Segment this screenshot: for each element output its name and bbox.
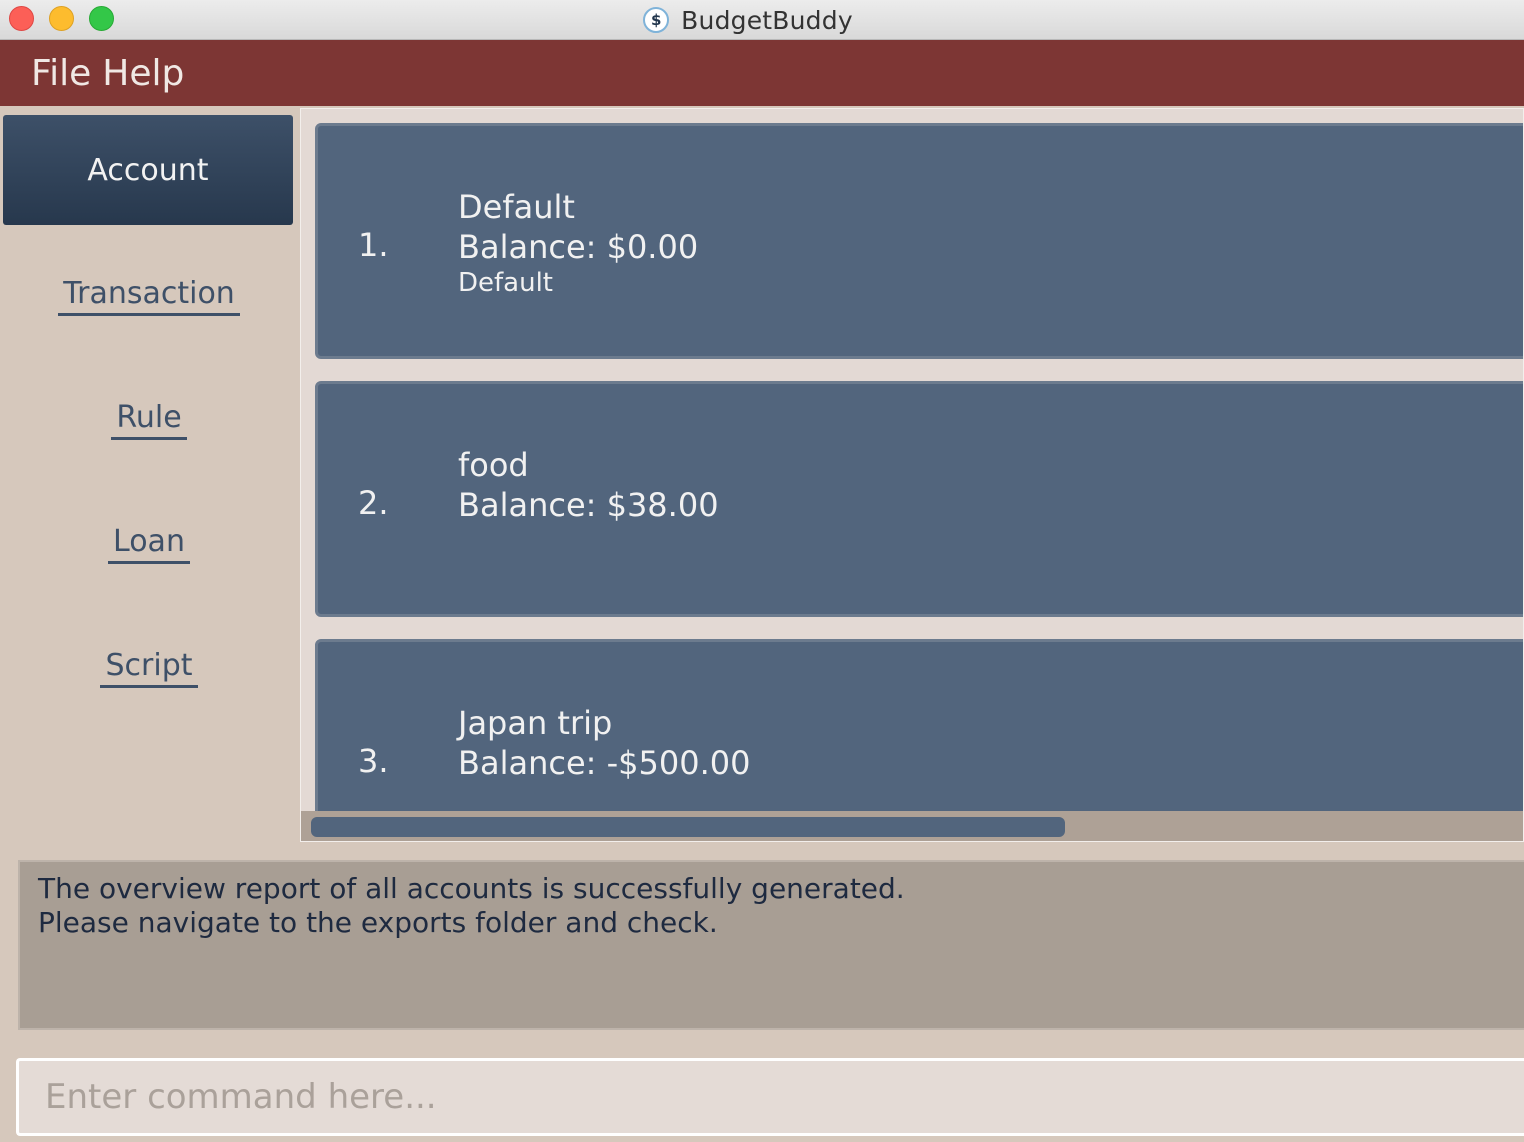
sidebar: Account Transaction Rule Loan Script — [0, 106, 298, 844]
menu-file[interactable]: File — [31, 53, 91, 94]
result-line: The overview report of all accounts is s… — [38, 872, 905, 905]
account-tag: Default — [458, 268, 553, 298]
account-balance: Balance: $38.00 — [458, 486, 719, 524]
sidebar-item-script[interactable]: Script — [0, 648, 298, 688]
account-name: Japan trip — [458, 704, 613, 742]
sidebar-item-label: Transaction — [58, 276, 240, 316]
account-index: 3. — [358, 742, 389, 780]
menu-help[interactable]: Help — [102, 53, 184, 94]
title-bar: $ BudgetBuddy — [0, 0, 1524, 40]
account-list[interactable]: 1. Default Balance: $0.00 Default 2. foo… — [300, 108, 1524, 842]
account-index: 1. — [358, 226, 389, 264]
menu-bar: File Help — [0, 40, 1524, 106]
account-card[interactable]: 2. food Balance: $38.00 — [315, 381, 1523, 617]
sidebar-item-account[interactable]: Account — [3, 115, 293, 225]
scrollbar-thumb[interactable] — [311, 817, 1065, 837]
horizontal-scrollbar[interactable] — [301, 811, 1523, 841]
account-balance: Balance: $0.00 — [458, 228, 699, 266]
window-title: BudgetBuddy — [681, 5, 853, 35]
sidebar-item-rule[interactable]: Rule — [0, 400, 298, 440]
sidebar-item-loan[interactable]: Loan — [0, 524, 298, 564]
account-card[interactable]: 1. Default Balance: $0.00 Default — [315, 123, 1523, 359]
sidebar-item-label: Loan — [108, 524, 190, 564]
account-index: 2. — [358, 484, 389, 522]
sidebar-item-label: Rule — [111, 400, 187, 440]
result-display: The overview report of all accounts is s… — [18, 860, 1524, 1030]
dollar-icon: $ — [643, 7, 670, 33]
sidebar-item-transaction[interactable]: Transaction — [0, 276, 298, 316]
account-name: food — [458, 446, 529, 484]
result-line: Please navigate to the exports folder an… — [38, 906, 718, 939]
account-name: Default — [458, 188, 575, 226]
title-wrap: $ BudgetBuddy — [0, 0, 1524, 40]
sidebar-item-label: Script — [100, 648, 198, 688]
account-balance: Balance: -$500.00 — [458, 744, 751, 782]
command-input[interactable] — [16, 1058, 1524, 1136]
